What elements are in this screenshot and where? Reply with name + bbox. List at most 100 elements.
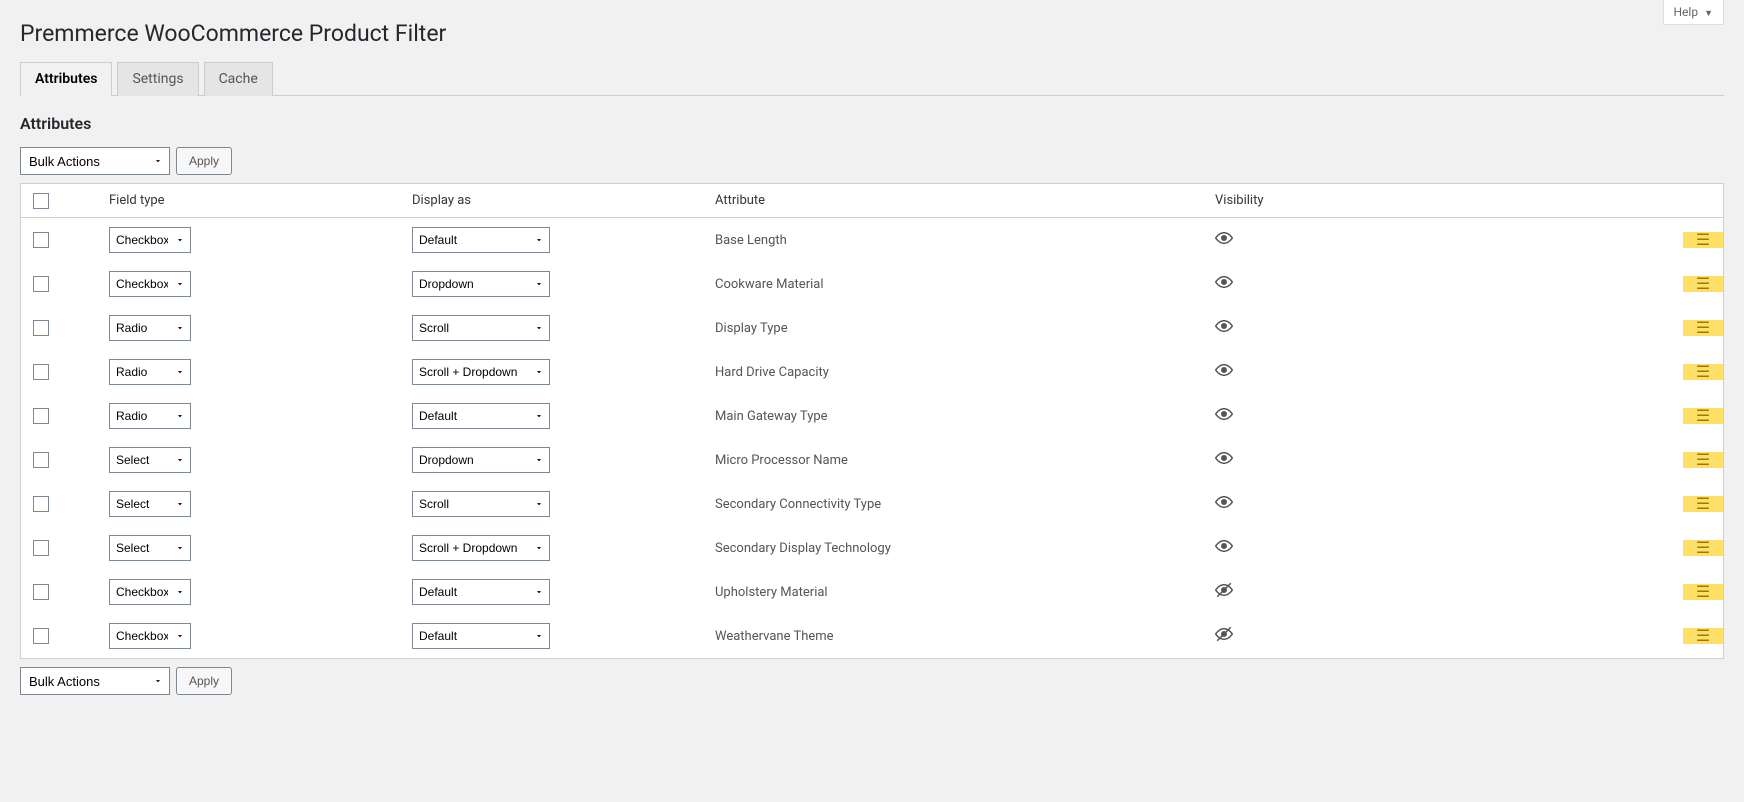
row-checkbox[interactable] (33, 540, 49, 556)
field-type-select[interactable]: CheckboxRadioSelect (109, 315, 191, 341)
display-as-select[interactable]: DefaultDropdownScrollScroll + Dropdown (412, 227, 550, 253)
section-title: Attributes (20, 114, 1724, 133)
drag-handle[interactable]: ☰ (1683, 320, 1723, 336)
table-row: CheckboxRadioSelect DefaultDropdownScroll… (21, 570, 1723, 614)
row-checkbox[interactable] (33, 628, 49, 644)
attribute-name: Weathervane Theme (715, 629, 1215, 644)
select-all-checkbox[interactable] (33, 193, 49, 209)
eye-icon[interactable] (1215, 280, 1233, 295)
drag-handle[interactable]: ☰ (1683, 584, 1723, 600)
eye-icon[interactable] (1215, 368, 1233, 383)
table-header: Field type Display as Attribute Visibili… (21, 184, 1723, 218)
eye-icon[interactable] (1215, 412, 1233, 427)
eye-icon[interactable] (1215, 544, 1233, 559)
drag-handle[interactable]: ☰ (1683, 276, 1723, 292)
drag-icon: ☰ (1696, 540, 1710, 556)
eye-icon[interactable] (1215, 236, 1233, 251)
eye-icon[interactable] (1215, 456, 1233, 471)
table-row: CheckboxRadioSelect DefaultDropdownScroll… (21, 262, 1723, 306)
bulk-action-select[interactable]: Bulk Actions (20, 147, 170, 175)
eye-off-icon[interactable] (1215, 632, 1233, 647)
attribute-name: Secondary Display Technology (715, 541, 1215, 556)
drag-handle[interactable]: ☰ (1683, 452, 1723, 468)
display-as-select[interactable]: DefaultDropdownScrollScroll + Dropdown (412, 579, 550, 605)
field-type-select[interactable]: CheckboxRadioSelect (109, 359, 191, 385)
drag-handle[interactable]: ☰ (1683, 408, 1723, 424)
display-as-select[interactable]: DefaultDropdownScrollScroll + Dropdown (412, 359, 550, 385)
row-checkbox[interactable] (33, 364, 49, 380)
col-visibility: Visibility (1215, 193, 1683, 208)
eye-icon[interactable] (1215, 500, 1233, 515)
tab-attributes[interactable]: Attributes (20, 62, 112, 96)
attribute-name: Display Type (715, 321, 1215, 336)
eye-off-icon[interactable] (1215, 588, 1233, 603)
display-as-select[interactable]: DefaultDropdownScrollScroll + Dropdown (412, 315, 550, 341)
tab-settings[interactable]: Settings (117, 62, 198, 96)
col-display-as: Display as (412, 193, 715, 208)
row-checkbox[interactable] (33, 320, 49, 336)
display-as-select[interactable]: DefaultDropdownScrollScroll + Dropdown (412, 535, 550, 561)
drag-icon: ☰ (1696, 628, 1710, 644)
attribute-name: Upholstery Material (715, 585, 1215, 600)
table-row: CheckboxRadioSelect DefaultDropdownScroll… (21, 306, 1723, 350)
field-type-select[interactable]: CheckboxRadioSelect (109, 623, 191, 649)
drag-handle[interactable]: ☰ (1683, 232, 1723, 248)
row-checkbox[interactable] (33, 452, 49, 468)
drag-icon: ☰ (1696, 364, 1710, 380)
table-row: CheckboxRadioSelect DefaultDropdownScroll… (21, 394, 1723, 438)
col-field-type: Field type (109, 193, 412, 208)
drag-icon: ☰ (1696, 496, 1710, 512)
row-checkbox[interactable] (33, 276, 49, 292)
bulk-action-select-bottom[interactable]: Bulk Actions (20, 667, 170, 695)
drag-icon: ☰ (1696, 276, 1710, 292)
help-tab[interactable]: Help ▼ (1663, 0, 1725, 25)
chevron-down-icon: ▼ (1704, 9, 1713, 19)
drag-icon: ☰ (1696, 320, 1710, 336)
table-row: CheckboxRadioSelect DefaultDropdownScroll… (21, 482, 1723, 526)
help-label: Help (1674, 5, 1699, 19)
row-checkbox[interactable] (33, 584, 49, 600)
drag-handle[interactable]: ☰ (1683, 540, 1723, 556)
attribute-name: Micro Processor Name (715, 453, 1215, 468)
nav-tabs: AttributesSettingsCache (20, 62, 1724, 96)
field-type-select[interactable]: CheckboxRadioSelect (109, 227, 191, 253)
drag-handle[interactable]: ☰ (1683, 364, 1723, 380)
table-row: CheckboxRadioSelect DefaultDropdownScroll… (21, 438, 1723, 482)
field-type-select[interactable]: CheckboxRadioSelect (109, 535, 191, 561)
drag-icon: ☰ (1696, 584, 1710, 600)
apply-button[interactable]: Apply (176, 147, 232, 175)
row-checkbox[interactable] (33, 232, 49, 248)
display-as-select[interactable]: DefaultDropdownScrollScroll + Dropdown (412, 403, 550, 429)
attribute-name: Cookware Material (715, 277, 1215, 292)
page-title: Premmerce WooCommerce Product Filter (20, 0, 1724, 62)
field-type-select[interactable]: CheckboxRadioSelect (109, 271, 191, 297)
table-row: CheckboxRadioSelect DefaultDropdownScroll… (21, 350, 1723, 394)
attributes-table: Field type Display as Attribute Visibili… (20, 183, 1724, 659)
table-row: CheckboxRadioSelect DefaultDropdownScroll… (21, 526, 1723, 570)
attribute-name: Hard Drive Capacity (715, 365, 1215, 380)
attribute-name: Secondary Connectivity Type (715, 497, 1215, 512)
drag-icon: ☰ (1696, 452, 1710, 468)
field-type-select[interactable]: CheckboxRadioSelect (109, 491, 191, 517)
table-row: CheckboxRadioSelect DefaultDropdownScroll… (21, 614, 1723, 658)
row-checkbox[interactable] (33, 496, 49, 512)
display-as-select[interactable]: DefaultDropdownScrollScroll + Dropdown (412, 491, 550, 517)
attribute-name: Main Gateway Type (715, 409, 1215, 424)
eye-icon[interactable] (1215, 324, 1233, 339)
field-type-select[interactable]: CheckboxRadioSelect (109, 403, 191, 429)
drag-icon: ☰ (1696, 232, 1710, 248)
field-type-select[interactable]: CheckboxRadioSelect (109, 579, 191, 605)
display-as-select[interactable]: DefaultDropdownScrollScroll + Dropdown (412, 447, 550, 473)
display-as-select[interactable]: DefaultDropdownScrollScroll + Dropdown (412, 623, 550, 649)
field-type-select[interactable]: CheckboxRadioSelect (109, 447, 191, 473)
drag-handle[interactable]: ☰ (1683, 628, 1723, 644)
drag-handle[interactable]: ☰ (1683, 496, 1723, 512)
display-as-select[interactable]: DefaultDropdownScrollScroll + Dropdown (412, 271, 550, 297)
apply-button-bottom[interactable]: Apply (176, 667, 232, 695)
table-row: CheckboxRadioSelect DefaultDropdownScroll… (21, 218, 1723, 262)
bulk-actions-top: Bulk Actions Apply (20, 147, 1724, 175)
row-checkbox[interactable] (33, 408, 49, 424)
tab-cache[interactable]: Cache (204, 62, 273, 96)
drag-icon: ☰ (1696, 408, 1710, 424)
bulk-actions-bottom: Bulk Actions Apply (20, 667, 1724, 695)
